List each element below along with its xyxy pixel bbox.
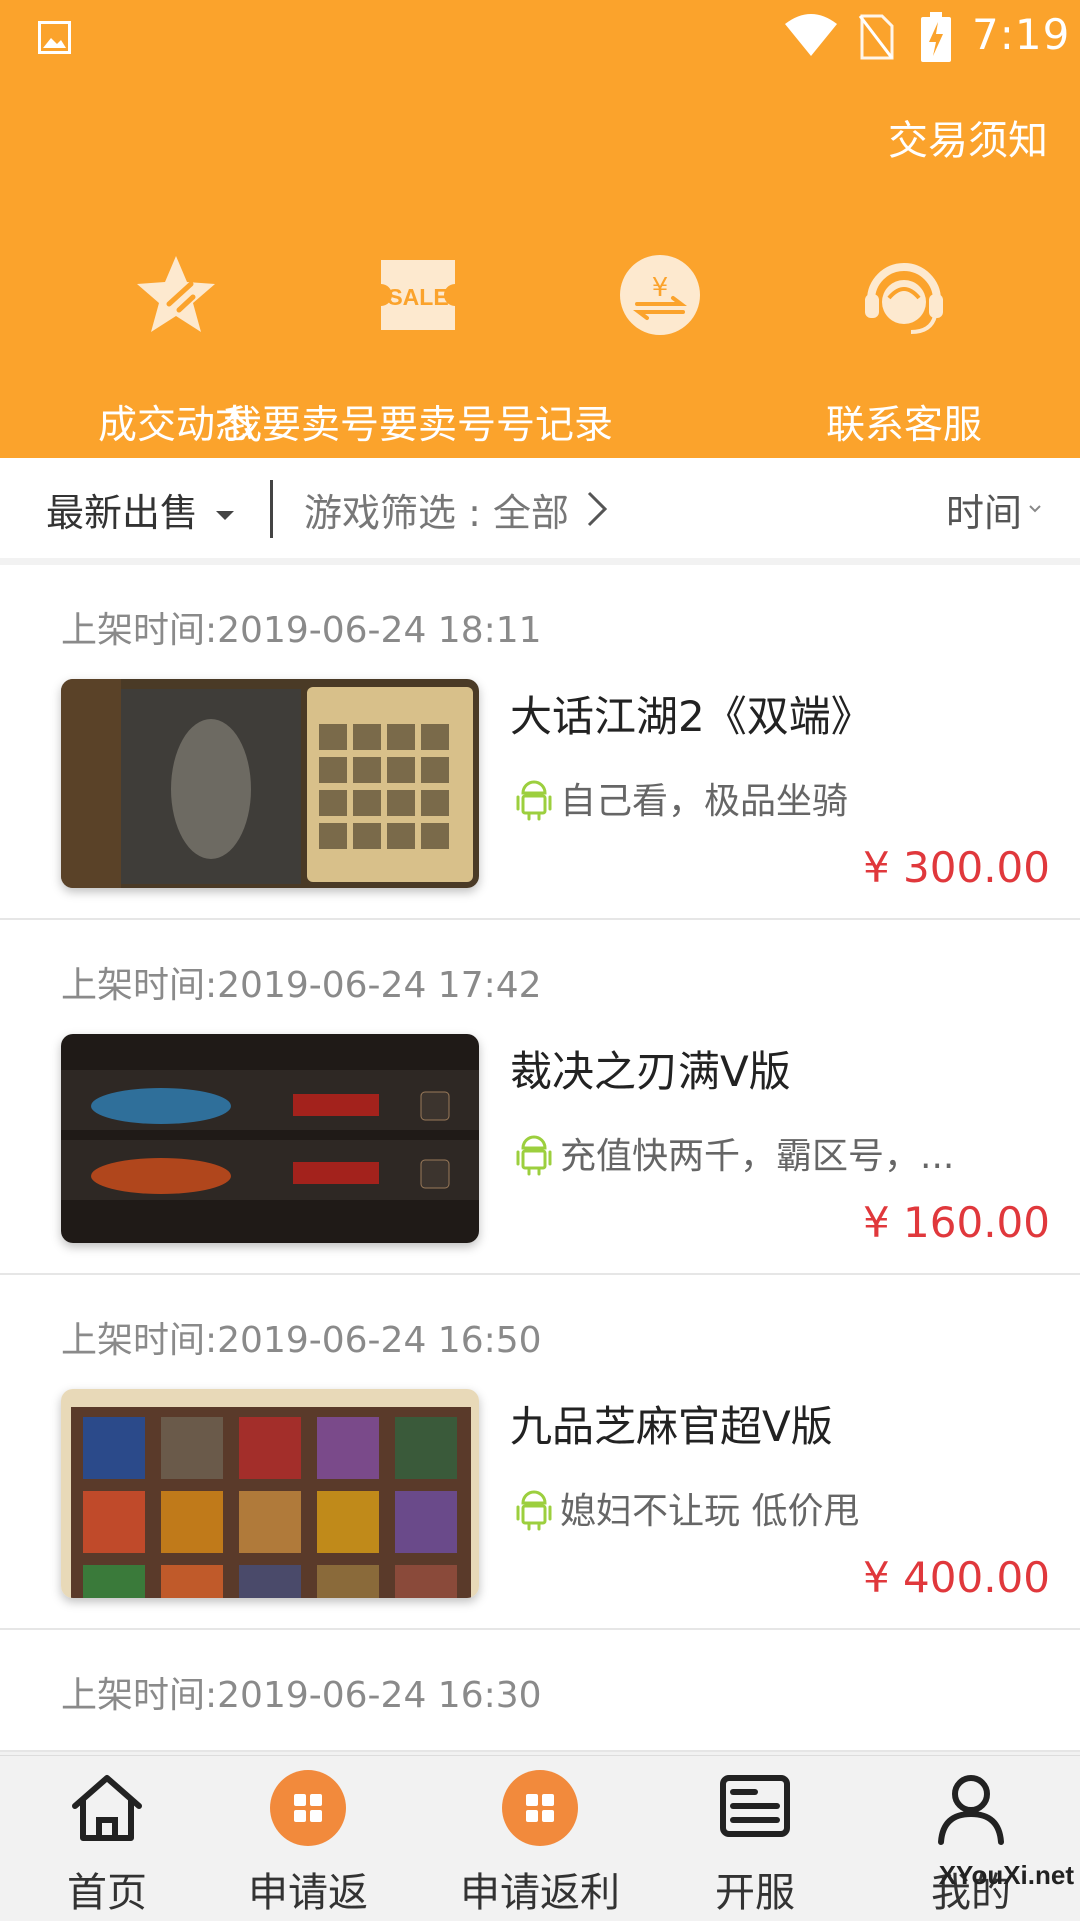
listing-list: 上架时间:2019-06-24 18:11 大话江湖2《双端》 自己看，极品坐骑… (0, 565, 1080, 1752)
listing-item[interactable]: 上架时间:2019-06-24 16:50 九品芝麻官超V版 媳妇不让玩 低价甩… (0, 1275, 1080, 1630)
game-filter[interactable]: 游戏筛选 : 全部 (304, 482, 569, 537)
nav-server-open[interactable]: 开服 (655, 1770, 855, 1918)
listing-description-text: 媳妇不让玩 低价甩 (560, 1491, 860, 1532)
nav-home[interactable]: 首页 (7, 1770, 207, 1918)
listing-title: 大话江湖2《双端》 (510, 692, 873, 741)
nav-label: 申请返利 (460, 1870, 620, 1916)
watermark: XYouXi.net (938, 1860, 1074, 1890)
svg-text:SALE: SALE (387, 284, 448, 310)
listing-item[interactable]: 上架时间:2019-06-24 16:30 (0, 1630, 1080, 1752)
listing-description-text: 充值快两千，霸区号，... (560, 1136, 955, 1177)
bottom-nav: 首页 申请返 申请返利 开服 我的 (0, 1755, 1080, 1921)
listing-date: 上架时间:2019-06-24 18:11 (61, 610, 542, 651)
sale-ticket-icon: SALE (381, 260, 455, 330)
quick-action-label: 联系客服 (825, 403, 982, 448)
android-icon (516, 1490, 552, 1531)
listing-price: ¥ 160.00 (862, 1198, 1050, 1247)
wifi-icon (785, 14, 837, 56)
listing-title: 九品芝麻官超V版 (510, 1402, 833, 1451)
quick-action-label: 我要卖号要卖号号记录 (222, 403, 613, 448)
quick-action-support[interactable]: 联系客服 (774, 250, 1034, 448)
listing-item[interactable]: 上架时间:2019-06-24 18:11 大话江湖2《双端》 自己看，极品坐骑… (0, 565, 1080, 920)
nav-mine[interactable]: 我的 (871, 1770, 1071, 1918)
listing-thumbnail (61, 1389, 479, 1598)
grid-icon (502, 1770, 578, 1846)
listing-item[interactable]: 上架时间:2019-06-24 17:42 裁决之刃满V版 充值快两千，霸区号，… (0, 920, 1080, 1275)
no-sim-icon (858, 14, 894, 60)
server-icon (720, 1775, 790, 1837)
battery-charging-icon (921, 12, 951, 62)
header: 7:19 交易须知 成交动态 SALE 我要卖号要卖号号记录 ¥ 联系客服 (0, 0, 1080, 458)
svg-text:¥: ¥ (652, 273, 669, 303)
nav-apply-rebate[interactable]: 申请返 (208, 1770, 408, 1918)
home-icon (72, 1775, 142, 1841)
listing-thumbnail (61, 1034, 479, 1243)
chevron-right-icon[interactable] (586, 490, 608, 528)
nav-apply-rebate-full[interactable]: 申请返利 (440, 1770, 640, 1918)
user-icon (938, 1775, 1004, 1845)
quick-action-sell[interactable]: SALE 我要卖号要卖号号记录 (223, 250, 613, 448)
listing-description: 充值快两千，霸区号，... (516, 1127, 954, 1179)
headset-icon (865, 263, 943, 334)
nav-label: 首页 (67, 1870, 147, 1916)
listing-description-text: 自己看，极品坐骑 (560, 781, 849, 822)
listing-price: ¥ 300.00 (862, 843, 1050, 892)
listing-date: 上架时间:2019-06-24 16:50 (61, 1320, 542, 1361)
listing-price: ¥ 400.00 (862, 1553, 1050, 1602)
latest-sale-label: 最新出售 (46, 491, 199, 535)
star-icon (137, 256, 215, 332)
latest-sale-dropdown[interactable]: 最新出售 (46, 482, 235, 537)
listing-date: 上架时间:2019-06-24 16:30 (61, 1675, 542, 1716)
trade-notice-link[interactable]: 交易须知 (888, 108, 1048, 166)
clock: 7:19 (972, 10, 1071, 59)
grid-icon (270, 1770, 346, 1846)
yen-exchange-icon: ¥ (620, 255, 700, 335)
listing-description: 媳妇不让玩 低价甩 (516, 1482, 859, 1534)
android-icon (516, 780, 552, 821)
chevron-down-icon[interactable] (1028, 504, 1042, 514)
caret-down-icon (216, 511, 235, 520)
quick-action-records[interactable]: ¥ (530, 250, 790, 340)
sort-time[interactable]: 时间 (946, 482, 1022, 537)
status-bar: 7:19 (0, 0, 1080, 80)
listing-description: 自己看，极品坐骑 (516, 772, 848, 824)
listing-title: 裁决之刃满V版 (510, 1047, 791, 1096)
nav-label: 申请返 (248, 1870, 368, 1916)
divider (270, 480, 273, 538)
listing-thumbnail (61, 679, 479, 888)
image-notification-icon (38, 21, 71, 54)
quick-action-deals[interactable]: 成交动态 (46, 250, 306, 448)
listing-date: 上架时间:2019-06-24 17:42 (61, 965, 542, 1006)
filter-bar: 最新出售 游戏筛选 : 全部 时间 (0, 458, 1080, 558)
android-icon (516, 1135, 552, 1176)
nav-label: 开服 (715, 1870, 795, 1916)
